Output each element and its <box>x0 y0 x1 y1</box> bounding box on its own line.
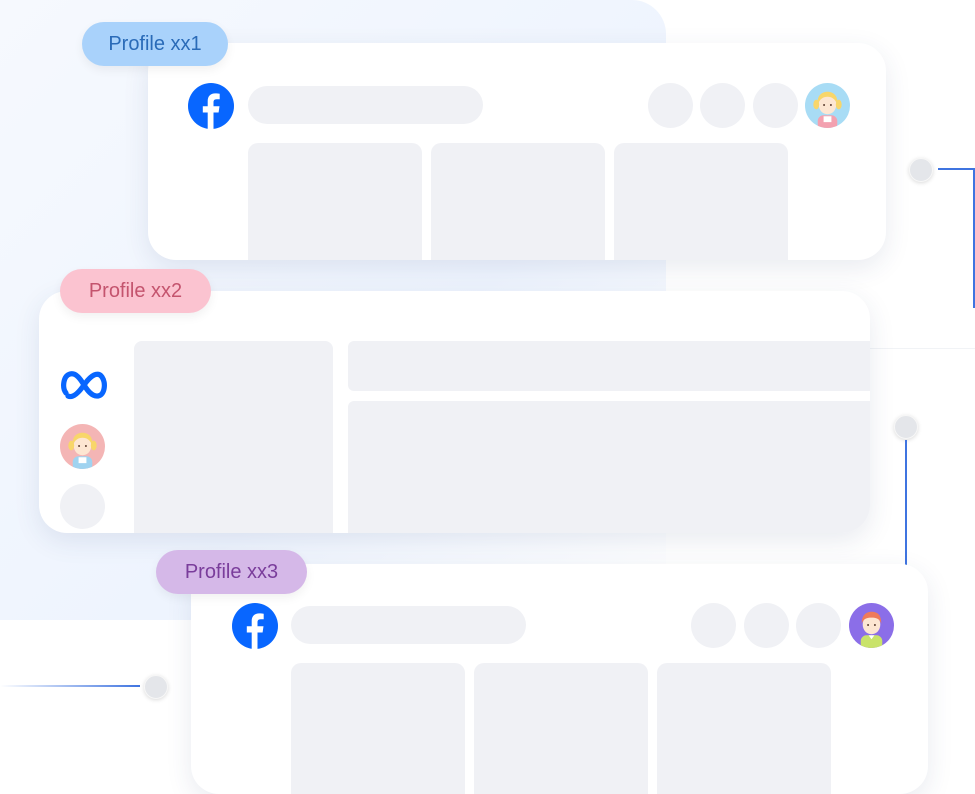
nav-circle-placeholder <box>753 83 798 128</box>
search-bar-placeholder <box>291 606 526 644</box>
profile-label-2: Profile xx2 <box>60 269 211 313</box>
sidebar-placeholder <box>134 341 333 533</box>
profile-label-1: Profile xx1 <box>82 22 228 66</box>
nav-circle-placeholder <box>691 603 736 648</box>
nav-circle-placeholder <box>744 603 789 648</box>
content-tile-placeholder <box>291 663 465 794</box>
connector-line-1h <box>938 168 974 170</box>
avatar-girl-icon <box>805 83 850 128</box>
facebook-icon <box>188 83 234 129</box>
content-tile-placeholder <box>248 143 422 260</box>
search-bar-placeholder <box>248 86 483 124</box>
profile-card-2[interactable] <box>39 291 870 533</box>
connector-line-1v <box>973 168 975 308</box>
connector-node-2 <box>894 415 918 439</box>
content-area-placeholder <box>348 401 870 533</box>
nav-circle-placeholder <box>796 603 841 648</box>
connector-line-2v <box>905 440 907 568</box>
nav-circle-placeholder <box>60 484 105 529</box>
content-tile-placeholder <box>474 663 648 794</box>
content-tile-placeholder <box>614 143 788 260</box>
profile-card-3[interactable] <box>191 564 928 794</box>
connector-node-1 <box>909 158 933 182</box>
profile-label-3: Profile xx3 <box>156 550 307 594</box>
content-tile-placeholder <box>431 143 605 260</box>
facebook-icon <box>232 603 278 649</box>
avatar-boy-icon <box>849 603 894 648</box>
avatar-girl-icon <box>60 424 105 469</box>
connector-line-3h <box>0 685 140 687</box>
nav-circle-placeholder <box>700 83 745 128</box>
meta-icon <box>61 371 107 400</box>
profile-card-1[interactable] <box>148 43 886 260</box>
content-tile-placeholder <box>657 663 831 794</box>
header-bar-placeholder <box>348 341 870 391</box>
connector-node-3 <box>144 675 168 699</box>
nav-circle-placeholder <box>648 83 693 128</box>
